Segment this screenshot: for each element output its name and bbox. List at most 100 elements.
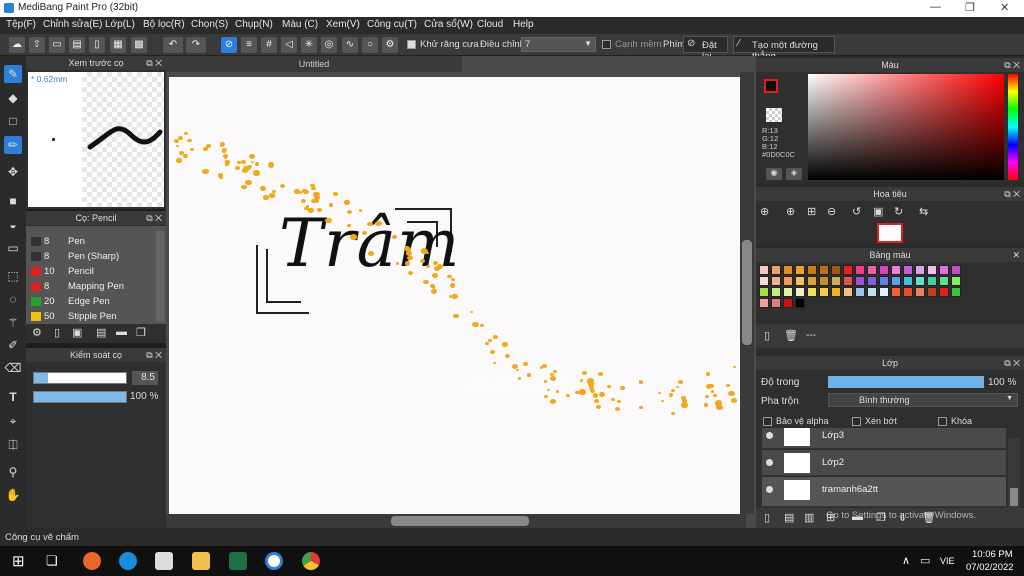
palette-swatch[interactable]	[843, 265, 853, 275]
menu-edit[interactable]: Chỉnh sửa(E)	[43, 19, 103, 30]
palette-swatch[interactable]	[927, 265, 937, 275]
panel-close-icon[interactable]: ⧉ ✕	[146, 211, 162, 225]
menu-window[interactable]: Cửa sổ(W)	[424, 19, 473, 30]
edge-icon[interactable]	[119, 552, 137, 570]
menu-capture[interactable]: Chụp(N)	[235, 19, 273, 30]
palette-swatch[interactable]	[819, 287, 829, 297]
bucket-tool-icon[interactable]: ◒	[4, 216, 22, 234]
zoom-out-icon[interactable]: ⊖	[827, 205, 836, 218]
palette-swatch[interactable]	[915, 276, 925, 286]
palette-swatch[interactable]	[855, 276, 865, 286]
layer-opacity-slider[interactable]	[828, 376, 984, 388]
brush-item[interactable]: 8 Mapping Pen	[28, 279, 148, 294]
brush-opacity-slider[interactable]	[33, 391, 127, 403]
palette-swatch[interactable]	[855, 265, 865, 275]
brush-settings-icon[interactable]: ⚙	[32, 326, 42, 339]
palette-swatch[interactable]	[915, 287, 925, 297]
parallel-snap-icon[interactable]: ≡	[241, 37, 257, 53]
palette-swatch[interactable]	[807, 276, 817, 286]
palette-swatch[interactable]	[867, 265, 877, 275]
palette-swatch[interactable]	[951, 265, 961, 275]
panel-close-icon[interactable]: ⧉ ✕	[146, 56, 162, 70]
palette-swatch[interactable]	[795, 265, 805, 275]
clock-time[interactable]: 10:06 PM	[972, 549, 1013, 560]
horizontal-scroll-thumb[interactable]	[391, 516, 529, 526]
palette-swatch[interactable]	[819, 265, 829, 275]
zoom-in-icon[interactable]: ⊕	[786, 205, 795, 218]
task-view-icon[interactable]: ❏	[46, 553, 58, 569]
layer-row[interactable]: Lớp3	[762, 428, 1006, 449]
eye-icon[interactable]	[766, 432, 773, 439]
palette-swatch[interactable]	[939, 276, 949, 286]
adjust-select[interactable]: 7 ▼	[521, 37, 596, 52]
eraser-tool-icon[interactable]: ◆	[4, 89, 22, 107]
minimize-icon[interactable]: —	[930, 1, 941, 13]
close-icon[interactable]: ✕	[1000, 1, 1009, 14]
horizontal-scrollbar[interactable]	[166, 514, 746, 528]
color-picker-icon[interactable]: ◈	[786, 168, 802, 180]
brush-item[interactable]: 20 Edge Pen	[28, 294, 148, 309]
palette-swatch[interactable]	[807, 265, 817, 275]
brush-size-slider[interactable]	[33, 372, 127, 384]
document-icon[interactable]: ▯	[89, 37, 105, 53]
palette-swatch[interactable]	[939, 287, 949, 297]
rectangle-tool-icon[interactable]: □	[4, 112, 22, 130]
palette-swatch[interactable]	[867, 276, 877, 286]
perspective-snap-icon[interactable]: ◁	[281, 37, 297, 53]
fit-icon[interactable]: ⊞	[807, 205, 816, 218]
palette-swatch[interactable]	[879, 287, 889, 297]
add-brush-icon[interactable]: ▣	[72, 326, 82, 339]
palette-more[interactable]: ---	[806, 330, 816, 341]
grid-doc-icon[interactable]: ▦	[110, 37, 126, 53]
layer-row-selected[interactable]: tramanh6a2tt	[762, 477, 1006, 507]
restore-icon[interactable]: ❐	[965, 1, 975, 14]
grid-snap-icon[interactable]: #	[261, 37, 277, 53]
select-pen-icon[interactable]: ✐	[4, 336, 22, 354]
palette-swatch[interactable]	[807, 287, 817, 297]
network-icon[interactable]: ▭	[920, 554, 930, 567]
palette-swatch[interactable]	[903, 265, 913, 275]
folder-icon[interactable]: ▬	[116, 326, 127, 338]
rotate-right-icon[interactable]: ↻	[894, 205, 903, 218]
brush-tool-icon[interactable]: ✎	[4, 65, 22, 83]
gradient-tool-icon[interactable]: ▭	[4, 239, 22, 257]
new-brush-icon[interactable]: ▯	[54, 326, 60, 339]
palette-swatch[interactable]	[843, 276, 853, 286]
palette-swatch[interactable]	[939, 265, 949, 275]
color-wheel-icon[interactable]: ◉	[766, 168, 782, 180]
navigator-thumbnail[interactable]	[877, 223, 903, 243]
duplicate-icon[interactable]: ❐	[136, 326, 146, 339]
new-8bit-layer-icon[interactable]: ▥	[804, 511, 814, 524]
palette-swatch[interactable]	[759, 298, 769, 308]
panel-close-icon[interactable]: ⧉ ✕	[1004, 58, 1020, 72]
palette-swatch[interactable]	[879, 265, 889, 275]
palette-swatch[interactable]	[855, 287, 865, 297]
document-tab[interactable]: Untitled	[166, 56, 462, 72]
language-indicator[interactable]: VIE	[940, 556, 955, 566]
protect-alpha-checkbox[interactable]	[763, 416, 772, 427]
menu-cloud[interactable]: Cloud	[477, 19, 503, 30]
menu-view[interactable]: Xem(V)	[326, 19, 360, 30]
palette-swatch[interactable]	[927, 287, 937, 297]
lock-checkbox[interactable]	[938, 416, 947, 427]
antialias-checkbox[interactable]	[407, 39, 416, 50]
foreground-color-swatch[interactable]	[764, 79, 778, 93]
layer-scrollbar[interactable]	[1008, 438, 1020, 508]
circle-snap-icon[interactable]: ○	[362, 37, 378, 53]
palette-swatch[interactable]	[831, 265, 841, 275]
dot-brush-tool-icon[interactable]: ✏	[4, 136, 22, 154]
palette-swatch[interactable]	[759, 276, 769, 286]
palette-swatch[interactable]	[867, 287, 877, 297]
palette-swatch[interactable]	[843, 287, 853, 297]
chevron-up-icon[interactable]: ∧	[902, 554, 910, 567]
palette-swatch[interactable]	[891, 276, 901, 286]
palette-swatch[interactable]	[951, 287, 961, 297]
blend-select[interactable]: Bình thường ▼	[828, 393, 1018, 407]
clipping-checkbox[interactable]	[852, 416, 861, 427]
palette-swatch[interactable]	[771, 276, 781, 286]
palette-swatch[interactable]	[831, 287, 841, 297]
comment-icon[interactable]: ▭	[49, 37, 65, 53]
select-eraser-icon[interactable]: ⌫	[4, 359, 22, 377]
palette-swatch[interactable]	[783, 287, 793, 297]
menu-file[interactable]: Tệp(F)	[6, 19, 36, 30]
